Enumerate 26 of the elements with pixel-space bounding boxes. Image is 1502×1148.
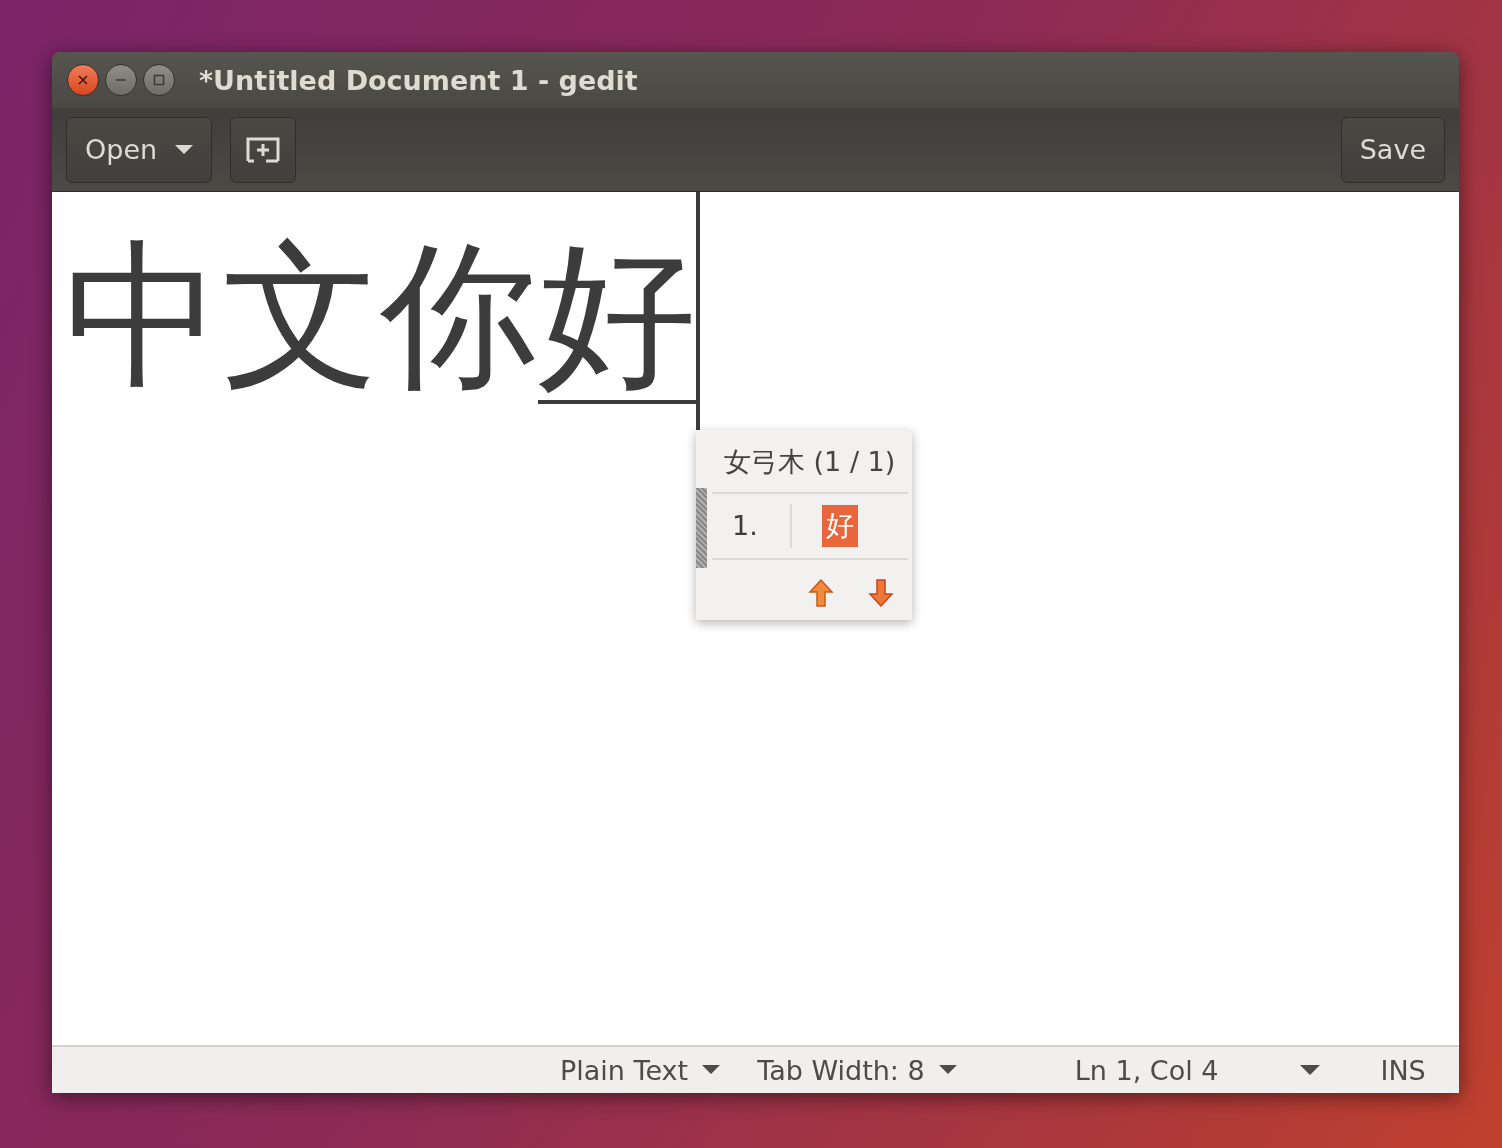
status-menu-button[interactable] bbox=[1300, 1065, 1321, 1075]
open-button[interactable]: Open bbox=[66, 116, 213, 183]
window-title: *Untitled Document 1 - gedit bbox=[199, 64, 638, 96]
text-editor[interactable]: 中文你好 女弓木 (1 / 1) 1. 好 bbox=[52, 192, 1459, 1045]
new-tab-icon bbox=[246, 136, 281, 163]
maximize-icon bbox=[152, 73, 166, 87]
caret-icon bbox=[175, 144, 194, 155]
input-code: 女弓木 (1 / 1) bbox=[712, 430, 908, 494]
caret-icon bbox=[702, 1065, 721, 1075]
arrow-down-icon[interactable] bbox=[868, 578, 894, 608]
caret-icon bbox=[938, 1065, 957, 1075]
save-button[interactable]: Save bbox=[1340, 116, 1445, 183]
drag-handle[interactable] bbox=[696, 488, 707, 568]
maximize-button[interactable] bbox=[143, 64, 175, 96]
arrow-up-icon[interactable] bbox=[808, 578, 834, 608]
candidate-index: 1. bbox=[712, 504, 792, 548]
minimize-button[interactable] bbox=[105, 64, 137, 96]
close-icon bbox=[76, 73, 90, 87]
status-text: INS bbox=[1380, 1054, 1426, 1086]
status-dropdown[interactable]: Plain Text bbox=[560, 1054, 721, 1086]
status-text: Ln 1, Col 4 bbox=[1074, 1054, 1219, 1086]
status-dropdown[interactable]: Tab Width: 8 bbox=[757, 1054, 957, 1086]
new-tab-button[interactable] bbox=[230, 116, 297, 183]
caret-icon bbox=[1300, 1065, 1321, 1075]
close-button[interactable] bbox=[67, 64, 99, 96]
document-text: 中文你 bbox=[64, 230, 538, 400]
